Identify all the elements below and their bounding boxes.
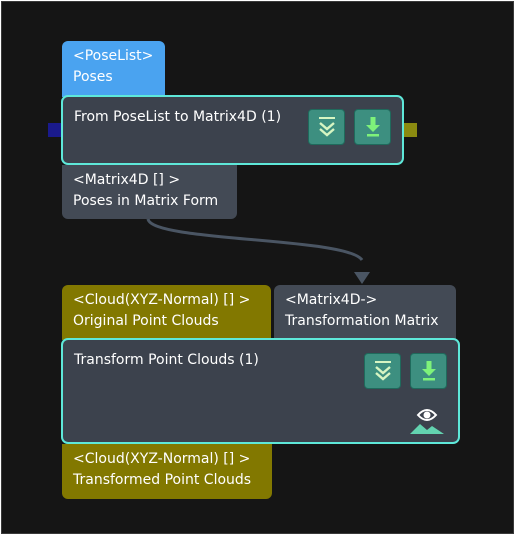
output-port-transformed-point-clouds[interactable]: <Cloud(XYZ-Normal) [] > Transformed Poin…	[62, 444, 272, 499]
graph-canvas[interactable]: <PoseList> Poses From PoseList to Matrix…	[1, 1, 514, 534]
node-from-poselist-to-matrix4d[interactable]: From PoseList to Matrix4D (1)	[61, 95, 404, 165]
input-port-original-point-clouds[interactable]: <Cloud(XYZ-Normal) [] > Original Point C…	[62, 285, 271, 340]
collapse-button[interactable]	[364, 353, 401, 389]
port-name-label: Poses in Matrix Form	[73, 193, 219, 209]
download-button[interactable]	[410, 353, 447, 389]
collapse-button[interactable]	[308, 109, 345, 145]
port-type-label: <Matrix4D [] >	[73, 172, 181, 188]
collapse-icon	[318, 117, 335, 137]
download-button[interactable]	[354, 109, 391, 145]
visualize-eye-icon[interactable]	[408, 403, 446, 435]
node-transform-point-clouds[interactable]: Transform Point Clouds (1)	[61, 338, 460, 444]
right-connector[interactable]	[403, 123, 417, 137]
download-icon	[421, 361, 436, 381]
node-title: Transform Point Clouds (1)	[74, 352, 259, 368]
port-type-label: <Cloud(XYZ-Normal) [] >	[73, 292, 251, 308]
port-name-label: Transformation Matrix	[285, 313, 439, 329]
output-port-poses-in-matrix-form[interactable]: <Matrix4D [] > Poses in Matrix Form	[62, 165, 237, 219]
download-icon	[365, 117, 380, 137]
port-type-label: <Matrix4D->	[285, 292, 378, 308]
input-port-transformation-matrix[interactable]: <Matrix4D-> Transformation Matrix	[274, 285, 456, 340]
port-name-label: Poses	[73, 69, 113, 85]
port-name-label: Original Point Clouds	[73, 313, 219, 329]
input-port-poses[interactable]: <PoseList> Poses	[62, 41, 165, 97]
port-type-label: <PoseList>	[73, 48, 154, 64]
node-title: From PoseList to Matrix4D (1)	[74, 109, 282, 125]
port-name-label: Transformed Point Clouds	[73, 472, 252, 488]
left-connector[interactable]	[48, 123, 62, 137]
port-type-label: <Cloud(XYZ-Normal) [] >	[73, 451, 251, 467]
collapse-icon	[374, 361, 391, 381]
